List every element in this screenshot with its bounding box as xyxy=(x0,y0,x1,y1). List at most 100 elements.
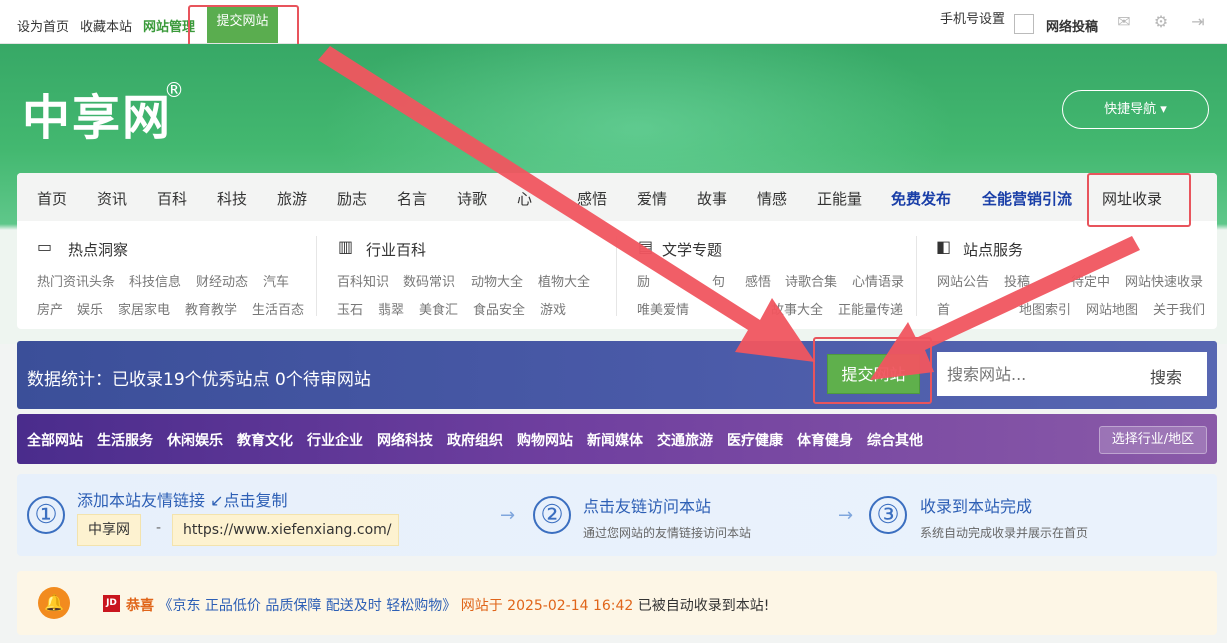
notice-time: 网站于 2025-02-14 16:42 xyxy=(460,598,634,614)
step-number: ② xyxy=(533,496,571,534)
arrow-right-icon: → xyxy=(838,505,854,526)
phone-settings-link[interactable]: 手机号设置 xyxy=(940,8,1005,27)
category-tab[interactable]: 交通旅游 xyxy=(657,430,713,450)
category-tab[interactable]: 生活服务 xyxy=(97,430,153,450)
category-title: 热点洞察 xyxy=(68,241,129,259)
nav-item-wiki[interactable]: 百科 xyxy=(157,188,187,209)
gear-icon[interactable]: ⚙ xyxy=(1152,13,1170,31)
category-link[interactable]: 关于我们 xyxy=(1153,299,1205,318)
notice-status: 已被自动收录到本站! xyxy=(637,598,770,614)
category-link[interactable]: 美食汇 xyxy=(419,299,458,318)
category-tab-all[interactable]: 全部网站 xyxy=(27,430,83,450)
nav-item-insight[interactable]: 感悟 xyxy=(577,188,607,209)
category-link[interactable]: 家居家电 xyxy=(118,299,170,318)
registered-mark: ® xyxy=(164,78,184,102)
divider xyxy=(616,236,617,316)
category-link[interactable]: 房产 xyxy=(37,299,63,318)
category-link[interactable]: 数码常识 xyxy=(403,271,455,290)
category-tab[interactable]: 新闻媒体 xyxy=(587,430,643,450)
category-link[interactable]: 感悟 xyxy=(745,271,771,290)
category-link[interactable]: 网站地图 xyxy=(1086,299,1138,318)
quick-nav-button[interactable]: 快捷导航 ▾ xyxy=(1062,90,1209,129)
logout-icon[interactable]: ⇥ xyxy=(1189,13,1207,31)
highlight-frame xyxy=(1087,173,1191,227)
nav-item-poetry[interactable]: 诗歌 xyxy=(457,188,487,209)
category-tab[interactable]: 综合其他 xyxy=(867,430,923,450)
nav-item-quotes[interactable]: 名言 xyxy=(397,188,427,209)
nav-item-travel[interactable]: 旅游 xyxy=(277,188,307,209)
notice-site-link[interactable]: 《京东 正品低价 品质保障 配送及时 轻松购物》 xyxy=(158,598,456,614)
category-link[interactable]: 网站公告 xyxy=(937,271,989,290)
category-link[interactable]: 游戏 xyxy=(540,299,566,318)
category-link[interactable]: 正能量传递 xyxy=(838,299,903,318)
category-tab[interactable]: 行业企业 xyxy=(307,430,363,450)
bell-icon: 🔔 xyxy=(38,587,70,619)
avatar[interactable] xyxy=(1014,14,1034,34)
nav-item-marketing[interactable]: 全能营销引流 xyxy=(982,188,1072,209)
top-bar: 设为首页 收藏本站 网站管理 xyxy=(0,0,1227,44)
step-title[interactable]: 添加本站友情链接 ↙点击复制 xyxy=(77,487,288,511)
step-description: 系统自动完成收录并展示在首页 xyxy=(920,526,1089,540)
category-link[interactable]: 首 xyxy=(937,299,950,318)
category-link[interactable]: 百科知识 xyxy=(337,271,389,290)
category-tab[interactable]: 休闲娱乐 xyxy=(167,430,223,450)
category-link[interactable]: 故事大全 xyxy=(771,299,823,318)
category-tab[interactable]: 教育文化 xyxy=(237,430,293,450)
nav-item-news[interactable]: 资讯 xyxy=(97,188,127,209)
category-link[interactable]: 翡翠 xyxy=(378,299,404,318)
category-tab[interactable]: 医疗健康 xyxy=(727,430,783,450)
category-link[interactable]: 教育教学 xyxy=(185,299,237,318)
contribute-link[interactable]: 网络投稿 xyxy=(1046,16,1098,35)
category-link[interactable]: 待定中 xyxy=(1071,271,1110,290)
notice-message: 恭喜 《京东 正品低价 品质保障 配送及时 轻松购物》 网站于 2025-02-… xyxy=(126,595,769,615)
category-link[interactable]: 地图索引 xyxy=(1019,299,1071,318)
category-link[interactable]: 食品安全 xyxy=(473,299,525,318)
category-link[interactable]: 科技信息 xyxy=(129,271,181,290)
category-link[interactable]: 励 xyxy=(637,271,650,290)
category-link[interactable]: 财经动态 xyxy=(196,271,248,290)
nav-item-positive[interactable]: 正能量 xyxy=(817,188,862,209)
category-link[interactable]: 汽车 xyxy=(263,271,289,290)
divider xyxy=(916,236,917,316)
step-title: 收录到本站完成 xyxy=(920,497,1033,516)
bookmark-icon: ◧ xyxy=(936,237,952,256)
building-icon: ▥ xyxy=(338,237,354,256)
nav-item-story[interactable]: 故事 xyxy=(697,188,727,209)
category-link[interactable]: 植物大全 xyxy=(538,271,590,290)
search-button[interactable]: 搜索 xyxy=(1150,364,1182,388)
category-tab[interactable]: 体育健身 xyxy=(797,430,853,450)
category-link[interactable]: 娱乐 xyxy=(77,299,103,318)
nav-item-heart[interactable]: 心 xyxy=(517,188,532,209)
step-title: 点击友链访问本站 xyxy=(583,497,712,516)
nav-item-tech[interactable]: 科技 xyxy=(217,188,247,209)
nav-item-love[interactable]: 爱情 xyxy=(637,188,667,209)
nav-item-home[interactable]: 首页 xyxy=(37,188,67,209)
category-link[interactable]: 唯美爱情 xyxy=(637,299,689,318)
region-select-button[interactable]: 选择行业/地区 xyxy=(1099,426,1207,454)
category-link[interactable]: 句 xyxy=(712,271,725,290)
category-link[interactable]: 网站快速收录 xyxy=(1125,271,1203,290)
category-tab[interactable]: 政府组织 xyxy=(447,430,503,450)
category-link[interactable]: 诗歌合集 xyxy=(785,271,837,290)
arrow-right-icon: → xyxy=(500,505,516,526)
set-home-link[interactable]: 设为首页 xyxy=(17,16,69,35)
category-link[interactable]: 生活百态 xyxy=(252,299,304,318)
book-icon: ▤ xyxy=(638,237,654,256)
site-badge-icon: JD xyxy=(103,595,120,612)
category-link[interactable]: 动物大全 xyxy=(471,271,523,290)
site-logo[interactable]: 中享网 xyxy=(22,78,172,148)
bookmark-link[interactable]: 收藏本站 xyxy=(80,16,132,35)
category-link[interactable]: 投稿 xyxy=(1004,271,1030,290)
category-tab[interactable]: 网络科技 xyxy=(377,430,433,450)
nav-item-emotion[interactable]: 情感 xyxy=(757,188,787,209)
link-url-chip[interactable]: https://www.xiefenxiang.com/ xyxy=(172,514,399,546)
category-tab[interactable]: 购物网站 xyxy=(517,430,573,450)
link-name-chip[interactable]: 中享网 xyxy=(77,514,141,546)
category-link[interactable]: 热门资讯头条 xyxy=(37,271,115,290)
nav-item-free-publish[interactable]: 免费发布 xyxy=(891,188,951,209)
divider xyxy=(316,236,317,316)
nav-item-inspire[interactable]: 励志 xyxy=(337,188,367,209)
category-link[interactable]: 玉石 xyxy=(337,299,363,318)
mail-icon[interactable]: ✉ xyxy=(1115,13,1133,31)
category-link[interactable]: 心情语录 xyxy=(852,271,904,290)
